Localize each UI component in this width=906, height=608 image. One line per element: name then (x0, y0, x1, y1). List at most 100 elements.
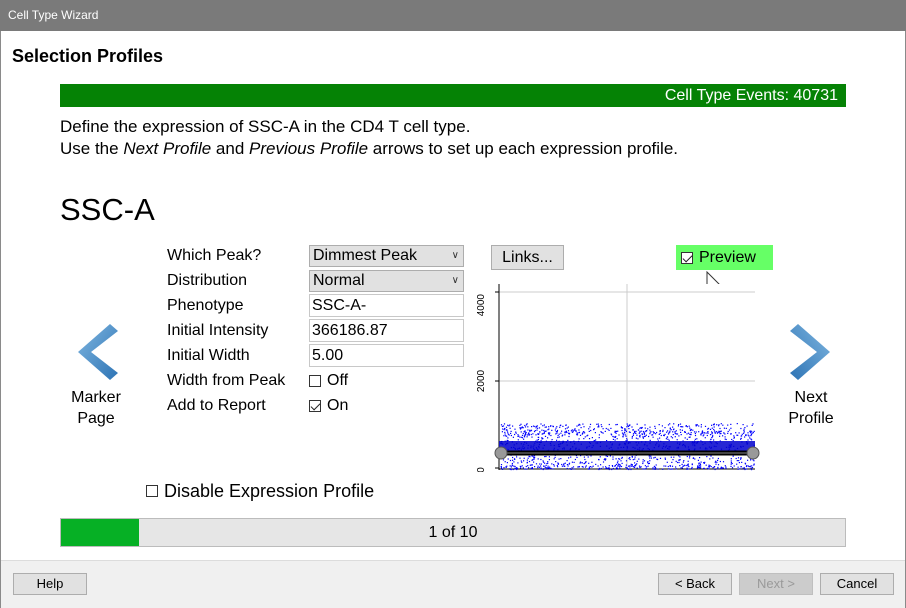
scatter-dot (542, 433, 544, 435)
scatter-dot (626, 439, 628, 441)
scatter-dot (597, 423, 599, 425)
scatter-dot (548, 459, 550, 461)
scatter-dot (697, 466, 699, 468)
scatter-dot (558, 433, 560, 435)
scatter-dot (567, 426, 569, 428)
scatter-dot (665, 438, 667, 440)
scatter-dot (725, 438, 727, 441)
scatter-dot (591, 466, 593, 468)
checkbox-checked-icon (309, 400, 321, 412)
scatter-dot (598, 468, 600, 471)
next-profile-link[interactable]: Next Profile (776, 387, 846, 429)
scatter-dot (672, 459, 674, 461)
distribution-dropdown[interactable]: Normal ∨ (309, 270, 464, 292)
scatter-dot (557, 462, 559, 464)
scatter-dot (683, 465, 685, 467)
scatter-dot (544, 456, 546, 458)
cancel-button[interactable]: Cancel (820, 573, 894, 595)
scatter-dot (631, 426, 633, 428)
scatter-dot (674, 431, 676, 433)
scatter-dot (678, 459, 680, 461)
scatter-dot (625, 464, 627, 466)
preview-checkbox[interactable]: Preview (676, 245, 773, 270)
scatter-dot (731, 467, 734, 469)
disable-expression-profile-checkbox[interactable]: Disable Expression Profile (146, 480, 374, 502)
scatter-dot (584, 466, 587, 468)
back-button[interactable]: < Back (658, 573, 732, 595)
scatter-dot (598, 437, 600, 439)
scatter-dot (566, 427, 568, 429)
scatter-dot (748, 466, 750, 468)
scatter-dot (631, 455, 633, 457)
scatter-dot (723, 432, 725, 434)
scatter-dot (630, 468, 632, 471)
scatter-dot (620, 460, 622, 462)
scatter-dot (521, 426, 523, 428)
scatter-dot (752, 423, 754, 425)
scatter-dot (663, 435, 665, 437)
next-arrow-icon[interactable] (790, 322, 834, 382)
scatter-dot (549, 467, 551, 469)
width-from-peak-checkbox[interactable]: Off (309, 370, 348, 392)
scatter-dot (588, 428, 590, 430)
scatter-dot (605, 466, 607, 468)
scatter-dot (648, 435, 650, 438)
scatter-dot (602, 461, 605, 463)
links-button[interactable]: Links... (491, 245, 564, 270)
scatter-dot (657, 438, 659, 440)
scatter-dot (545, 455, 547, 458)
scatter-dot (746, 425, 748, 427)
scatter-dot (614, 465, 616, 467)
scatter-dot (659, 437, 661, 439)
scatter-dot (615, 432, 617, 434)
scatter-dot (608, 467, 610, 469)
scatter-dot (626, 423, 628, 425)
scatter-dot (504, 431, 506, 433)
scatter-dot (621, 456, 623, 458)
initial-intensity-field[interactable]: 366186.87 (309, 319, 464, 342)
window-title: Cell Type Wizard (0, 0, 906, 31)
previous-arrow-icon[interactable] (74, 322, 118, 382)
scatter-dot (574, 458, 576, 461)
scatter-dot (584, 458, 586, 461)
scatter-dot (543, 432, 545, 434)
initial-width-field[interactable]: 5.00 (309, 344, 464, 367)
scatter-dot (527, 465, 529, 467)
scatter-dot (582, 432, 584, 434)
scatter-dot (649, 439, 651, 441)
scatter-dot (618, 458, 620, 460)
scatter-dot (526, 459, 528, 461)
scatter-dot (509, 459, 512, 462)
scatter-dot (712, 457, 714, 459)
peak-handle-left[interactable] (494, 446, 508, 460)
help-button[interactable]: Help (13, 573, 87, 595)
scatter-dot (528, 460, 531, 463)
next-button[interactable]: Next > (739, 573, 813, 595)
scatter-dot (694, 458, 696, 460)
scatter-dot (531, 464, 533, 466)
scatter-dot (700, 461, 702, 463)
marker-page-link[interactable]: Marker Page (60, 387, 132, 429)
add-to-report-checkbox[interactable]: On (309, 395, 348, 417)
scatter-dot (611, 468, 613, 471)
peak-handle-right[interactable] (746, 446, 760, 460)
phenotype-field[interactable]: SSC-A- (309, 294, 464, 317)
scatter-dot (632, 429, 634, 431)
scatter-dot (675, 460, 677, 462)
scatter-dot (714, 431, 716, 433)
scatter-dot (588, 462, 590, 464)
which-peak-dropdown[interactable]: Dimmest Peak ∨ (309, 245, 464, 267)
scatter-dot (585, 465, 587, 467)
scatter-dot (555, 433, 557, 435)
scatter-dot (715, 431, 717, 433)
scatter-dot (516, 456, 518, 458)
initial-intensity-label: Initial Intensity (167, 322, 269, 339)
scatter-dot (688, 457, 691, 459)
which-peak-label: Which Peak? (167, 247, 262, 264)
scatter-dot (747, 439, 749, 441)
scatter-dot (689, 433, 691, 435)
scatter-dot (735, 432, 737, 434)
scatter-dot (571, 467, 573, 469)
scatter-dot (579, 434, 582, 436)
scatter-dot (548, 426, 550, 428)
